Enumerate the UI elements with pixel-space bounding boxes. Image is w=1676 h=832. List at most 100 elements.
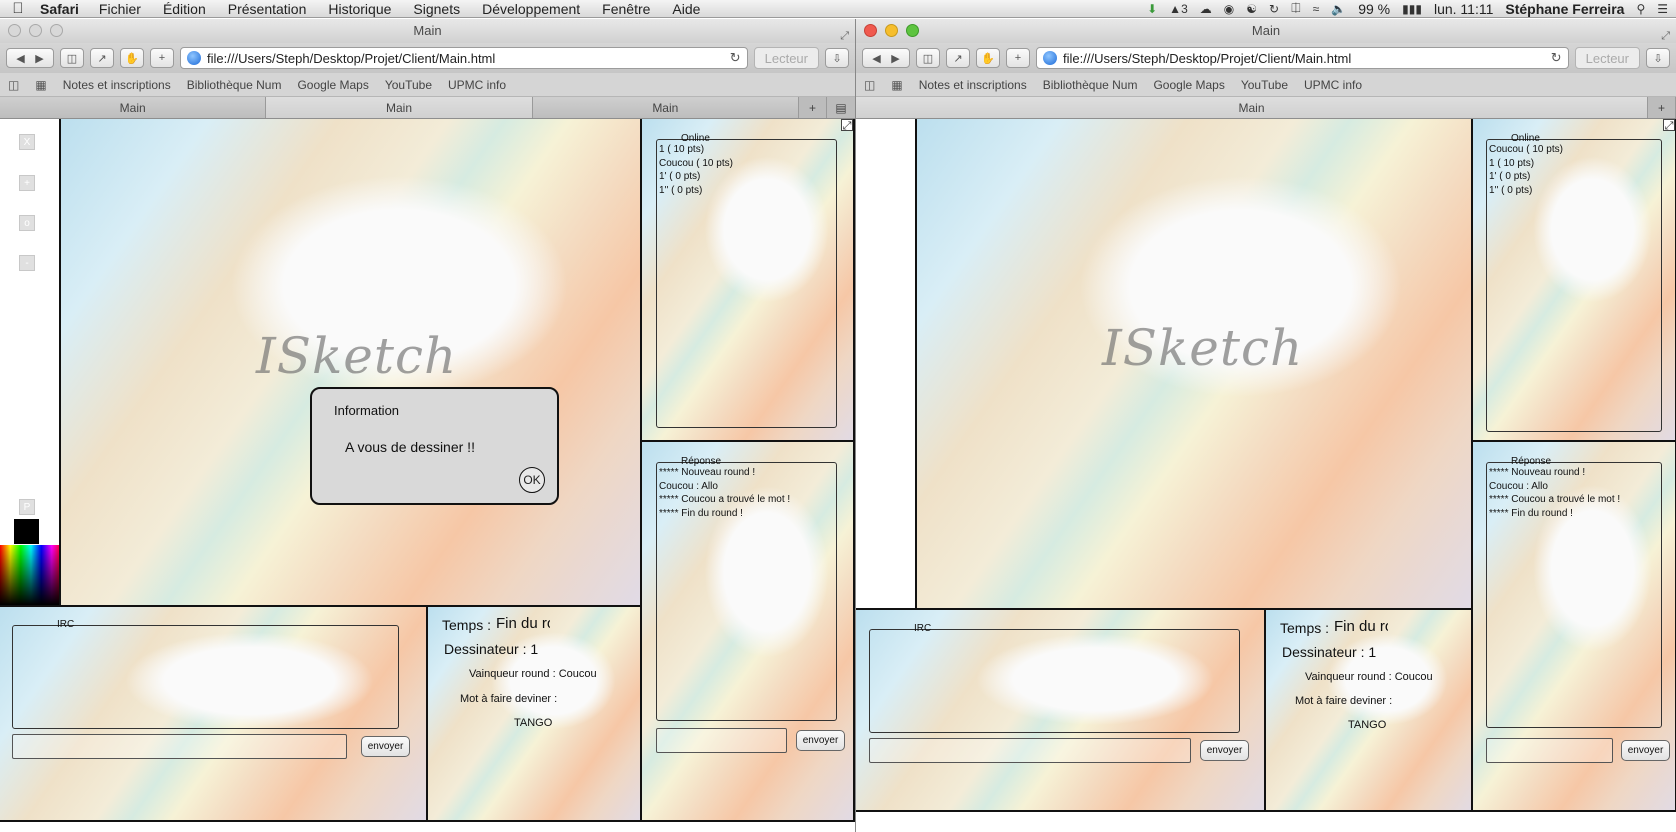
bookmark-google-maps[interactable]: Google Maps [1153,78,1224,92]
decrease-size-button[interactable]: - [19,255,35,271]
close-window-button[interactable] [8,24,21,37]
reponse-input[interactable] [1486,738,1613,763]
url-text[interactable]: file:///Users/Steph/Desktop/Projet/Clien… [207,51,495,66]
irc-input[interactable] [869,738,1191,763]
bookmark-bibliotheque[interactable]: Bibliothèque Num [187,78,282,92]
irc-send-button[interactable]: envoyer [361,736,410,757]
drawing-canvas[interactable]: ISketch [59,119,642,607]
menu-signets[interactable]: Signets [402,1,471,17]
bookmarks-view-button[interactable]: ◫ [916,48,940,68]
privacy-button[interactable]: ✋ [120,48,144,68]
address-bar[interactable]: file:///Users/Steph/Desktop/Projet/Clien… [180,47,748,69]
spotlight-icon[interactable]: ⚲ [1636,2,1645,16]
privacy-button[interactable]: ✋ [976,48,1000,68]
bookmark-google-maps[interactable]: Google Maps [297,78,368,92]
menu-fenetre[interactable]: Fenêtre [591,1,661,17]
fullscreen-icon[interactable]: ⤢ [840,24,849,48]
bookmark-notes[interactable]: Notes et inscriptions [919,78,1027,92]
irc-send-button[interactable]: envoyer [1200,740,1249,761]
downloads-button[interactable]: ⇩ [825,48,849,68]
irc-input[interactable] [12,734,347,759]
tab-main-3[interactable]: Main [532,97,799,118]
dialog-ok-button[interactable]: OK [519,467,545,493]
battery-icon[interactable]: ▮▮▮ [1402,2,1422,16]
zoom-window-button[interactable] [50,24,63,37]
user-name[interactable]: Stéphane Ferreira [1505,1,1624,17]
zoom-window-button[interactable] [906,24,919,37]
back-forward-buttons[interactable]: ◀ ▶ [6,48,54,68]
pulse-icon[interactable]: ◉ [1224,2,1234,16]
apple-menu-icon[interactable]:  [0,0,36,17]
forward-icon[interactable]: ▶ [891,52,899,65]
increase-size-button[interactable]: + [19,175,35,191]
reponse-send-button[interactable]: envoyer [796,730,845,751]
add-bookmark-button[interactable]: + [1006,48,1030,68]
download-icon[interactable]: ⬇ [1147,2,1157,16]
clear-tool-button[interactable]: X [19,134,35,150]
menu-edition[interactable]: Édition [152,1,217,17]
new-tab-icon[interactable]: + [799,97,827,118]
forward-icon[interactable]: ▶ [35,52,43,65]
bookmark-youtube[interactable]: YouTube [1241,78,1288,92]
bookmark-notes[interactable]: Notes et inscriptions [63,78,171,92]
volume-icon[interactable]: 🔈 [1331,2,1346,16]
bookmarks-view-button[interactable]: ◫ [60,48,84,68]
tab-overview-icon[interactable]: ▤ [827,97,855,118]
reponse-send-button[interactable]: envoyer [1621,740,1670,761]
temps-label: Temps : [442,617,491,633]
fullscreen-icon[interactable]: ⤢ [1661,24,1670,48]
reading-list-icon[interactable]: ◫ [8,78,19,92]
tab-main-1[interactable]: Main [0,97,267,118]
share-button[interactable]: ↗ [90,48,114,68]
resize-icon[interactable]: ⤢ [841,119,853,132]
menu-developpement[interactable]: Développement [471,1,591,17]
menu-presentation[interactable]: Présentation [217,1,318,17]
reader-button[interactable]: Lecteur [1574,47,1640,69]
bookmark-upmc[interactable]: UPMC info [448,78,506,92]
top-sites-icon[interactable]: ▦ [891,78,902,92]
app-menu[interactable]: Safari [36,1,88,17]
top-sites-icon[interactable]: ▦ [35,78,46,92]
bookmark-upmc[interactable]: UPMC info [1304,78,1362,92]
back-icon[interactable]: ◀ [16,52,24,65]
cloud-icon[interactable]: ☁ [1200,2,1212,16]
status-panel: Temps : Fin du ro Dessinateur : 1 Vainqu… [1264,608,1473,812]
bookmark-bibliotheque[interactable]: Bibliothèque Num [1043,78,1138,92]
menu-fichier[interactable]: Fichier [88,1,152,17]
downloads-button[interactable]: ⇩ [1646,48,1670,68]
menu-historique[interactable]: Historique [317,1,402,17]
accessibility-icon[interactable]: ☯ [1246,2,1257,16]
battery-percent[interactable]: 99 % [1358,1,1390,17]
bookmark-youtube[interactable]: YouTube [385,78,432,92]
add-bookmark-button[interactable]: + [150,48,174,68]
clock[interactable]: lun. 11:11 [1434,1,1493,17]
adobe-icon[interactable]: ▲3 [1169,2,1188,16]
time-machine-icon[interactable]: ↻ [1269,2,1279,16]
reader-button[interactable]: Lecteur [753,47,819,69]
minimize-window-button[interactable] [29,24,42,37]
reload-icon[interactable]: ↻ [730,50,741,66]
reading-list-icon[interactable]: ◫ [864,78,875,92]
menu-aide[interactable]: Aide [661,1,711,17]
color-palette[interactable] [0,545,62,605]
current-color-swatch[interactable] [14,519,39,544]
drawing-canvas[interactable]: ISketch [915,119,1473,610]
brush-tool-button[interactable]: o [19,215,35,231]
back-forward-buttons[interactable]: ◀ ▶ [862,48,910,68]
url-text[interactable]: file:///Users/Steph/Desktop/Projet/Clien… [1063,51,1351,66]
pen-tool-button[interactable]: P [19,499,35,515]
wifi-icon[interactable]: ≈ [1313,2,1320,16]
share-button[interactable]: ↗ [946,48,970,68]
back-icon[interactable]: ◀ [872,52,880,65]
tab-main-2[interactable]: Main [266,97,533,118]
bluetooth-icon[interactable]: ⎅ [1291,1,1301,16]
notifications-icon[interactable]: ☰ [1657,2,1668,16]
reponse-input[interactable] [656,728,787,753]
resize-icon[interactable]: ⤢ [1663,119,1675,132]
new-tab-icon[interactable]: + [1648,97,1676,118]
address-bar[interactable]: file:///Users/Steph/Desktop/Projet/Clien… [1036,47,1569,69]
tab-main[interactable]: Main [856,97,1648,118]
reload-icon[interactable]: ↻ [1551,50,1562,66]
close-window-button[interactable] [864,24,877,37]
minimize-window-button[interactable] [885,24,898,37]
